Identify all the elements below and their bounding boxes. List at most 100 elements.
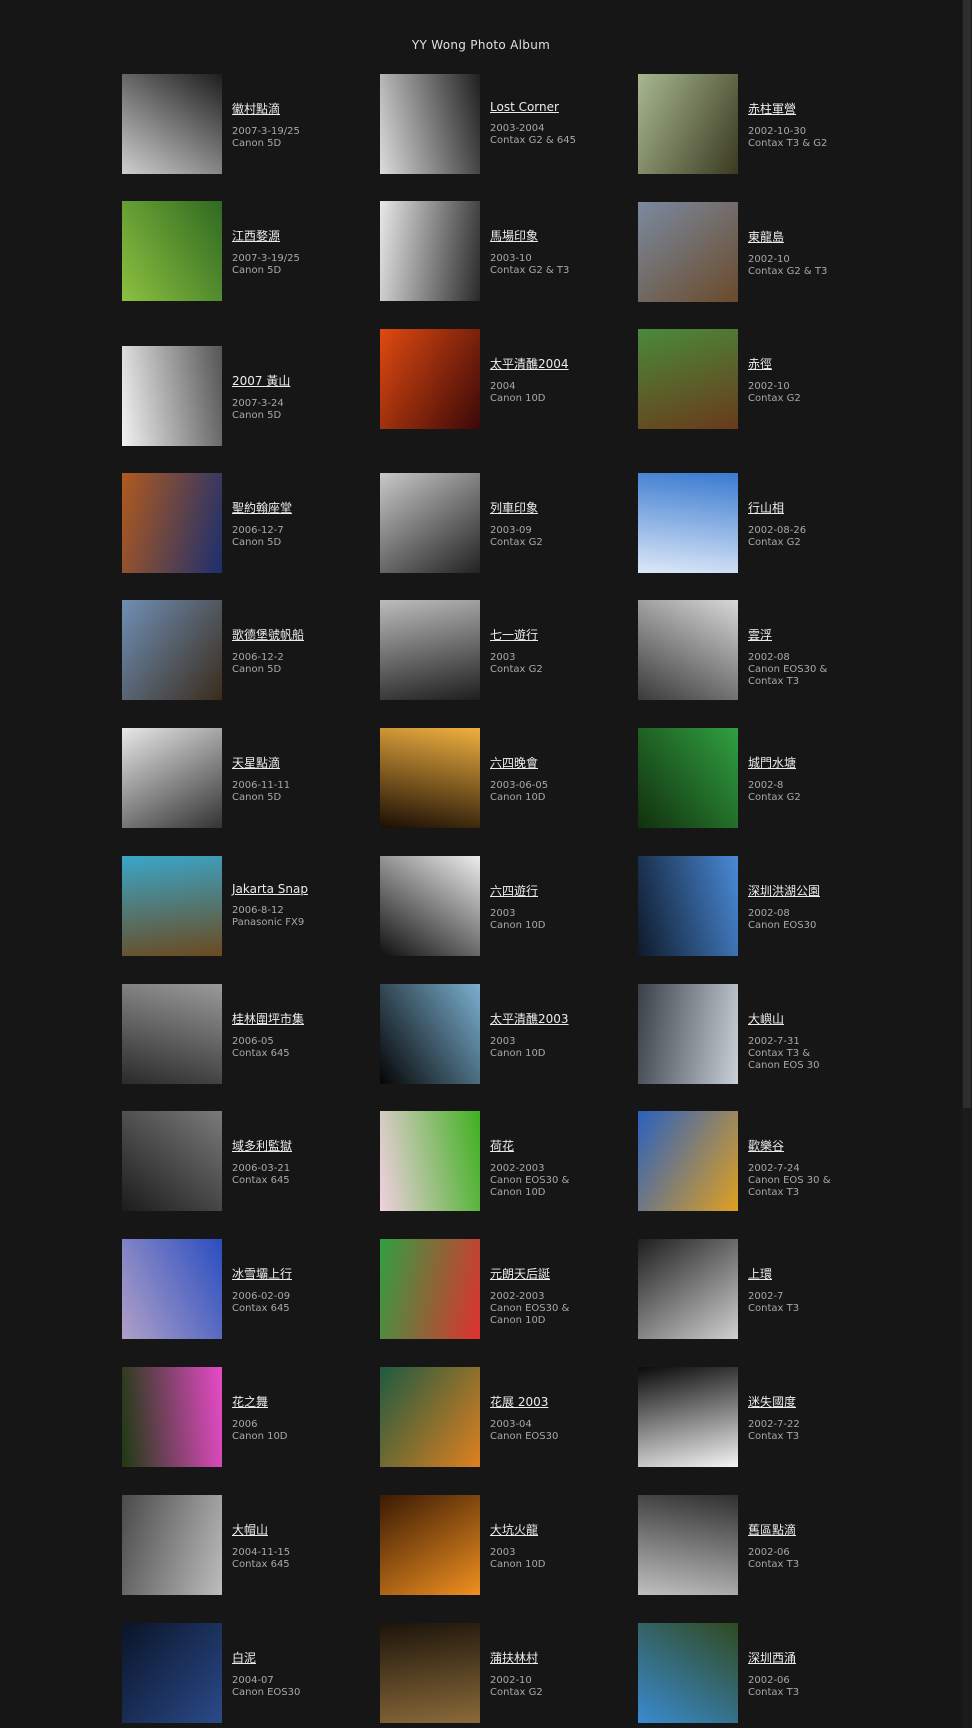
album-thumbnail[interactable] [638, 984, 738, 1084]
album-thumbnail[interactable] [638, 329, 738, 429]
album-thumbnail[interactable] [122, 74, 222, 174]
album-card: 上環 2002-7 Contax T3 [638, 1239, 878, 1339]
album-thumbnail[interactable] [380, 1239, 480, 1339]
album-camera: Contax 645 [232, 1175, 290, 1186]
album-thumbnail[interactable] [638, 1111, 738, 1211]
album-title-link[interactable]: 2007 黃山 [232, 372, 362, 389]
album-title-link[interactable]: 花之舞 [232, 1393, 362, 1410]
album-title-link[interactable]: 雲浮 [748, 626, 878, 643]
album-meta: 2002-08 Canon EOS30 [748, 908, 878, 932]
album-thumbnail[interactable] [380, 600, 480, 700]
album-info: Jakarta Snap 2006-8-12 Panasonic FX9 [232, 882, 362, 929]
album-title-link[interactable]: 六四遊行 [490, 882, 620, 899]
album-title-link[interactable]: 七一遊行 [490, 626, 620, 643]
album-card: Jakarta Snap 2006-8-12 Panasonic FX9 [122, 856, 362, 956]
album-title-link[interactable]: 赤徑 [748, 355, 878, 372]
album-title-link[interactable]: 天星點滴 [232, 754, 362, 771]
album-title-link[interactable]: 東龍島 [748, 228, 878, 245]
album-title-link[interactable]: 域多利監獄 [232, 1137, 362, 1154]
album-title-link[interactable]: 列車印象 [490, 499, 620, 516]
album-title-link[interactable]: 大嶼山 [748, 1010, 878, 1027]
album-title-link[interactable]: Lost Corner [490, 100, 620, 114]
album-date: 2006-12-2 [232, 652, 284, 663]
album-title-link[interactable]: 桂林圍坪市集 [232, 1010, 362, 1027]
album-thumbnail[interactable] [638, 1239, 738, 1339]
album-card: 雲浮 2002-08 Canon EOS30 & Contax T3 [638, 600, 878, 700]
album-title-link[interactable]: 歌德堡號帆船 [232, 626, 362, 643]
album-thumbnail[interactable] [638, 473, 738, 573]
album-thumbnail[interactable] [122, 984, 222, 1084]
album-thumbnail[interactable] [122, 1367, 222, 1467]
album-title-link[interactable]: 行山相 [748, 499, 878, 516]
album-thumbnail[interactable] [380, 473, 480, 573]
album-title-link[interactable]: 赤柱軍營 [748, 100, 878, 117]
album-title-link[interactable]: 聖約翰座堂 [232, 499, 362, 516]
album-date: 2002-08-26 [748, 525, 807, 536]
album-thumbnail[interactable] [380, 329, 480, 429]
album-title-link[interactable]: 元朗天后誕 [490, 1265, 620, 1282]
album-title-link[interactable]: 荷花 [490, 1137, 620, 1154]
album-title-link[interactable]: 太平清醮2003 [490, 1010, 620, 1027]
album-title-link[interactable]: 深圳洪湖公園 [748, 882, 878, 899]
album-thumbnail[interactable] [122, 1111, 222, 1211]
album-camera: Canon 5D [232, 265, 282, 276]
album-info: 荷花 2002-2003 Canon EOS30 & Canon 10D [490, 1137, 620, 1199]
album-thumbnail[interactable] [122, 346, 222, 446]
album-thumbnail[interactable] [380, 1111, 480, 1211]
album-title-link[interactable]: 六四晚會 [490, 754, 620, 771]
album-thumbnail[interactable] [122, 1239, 222, 1339]
vertical-scrollbar[interactable] [962, 0, 972, 1728]
album-title-link[interactable]: 城門水塘 [748, 754, 878, 771]
album-info: 聖約翰座堂 2006-12-7 Canon 5D [232, 499, 362, 549]
album-title-link[interactable]: 深圳西涌 [748, 1649, 878, 1666]
album-title-link[interactable]: 大坑火龍 [490, 1521, 620, 1538]
album-title-link[interactable]: 歡樂谷 [748, 1137, 878, 1154]
album-info: 冰雪壩上行 2006-02-09 Contax 645 [232, 1265, 362, 1315]
album-thumbnail[interactable] [638, 856, 738, 956]
album-thumbnail[interactable] [638, 1623, 738, 1723]
album-thumbnail[interactable] [122, 600, 222, 700]
album-title-link[interactable]: 白泥 [232, 1649, 362, 1666]
album-title-link[interactable]: Jakarta Snap [232, 882, 362, 896]
album-thumbnail[interactable] [380, 984, 480, 1084]
album-info: 舊區點滴 2002-06 Contax T3 [748, 1521, 878, 1571]
album-date: 2003 [490, 652, 516, 663]
album-thumbnail[interactable] [122, 201, 222, 301]
album-date: 2002-2003 [490, 1163, 545, 1174]
album-thumbnail[interactable] [380, 1367, 480, 1467]
album-thumbnail[interactable] [380, 1623, 480, 1723]
album-camera: Contax G2 [748, 792, 801, 803]
album-title-link[interactable]: 舊區點滴 [748, 1521, 878, 1538]
album-thumbnail[interactable] [638, 202, 738, 302]
album-title-link[interactable]: 徽村點滴 [232, 100, 362, 117]
album-thumbnail[interactable] [122, 856, 222, 956]
album-info: 大帽山 2004-11-15 Contax 645 [232, 1521, 362, 1571]
album-thumbnail[interactable] [122, 473, 222, 573]
album-title-link[interactable]: 迷失國度 [748, 1393, 878, 1410]
album-title-link[interactable]: 上環 [748, 1265, 878, 1282]
album-thumbnail[interactable] [122, 1495, 222, 1595]
album-title-link[interactable]: 蒲扶林村 [490, 1649, 620, 1666]
album-thumbnail[interactable] [380, 201, 480, 301]
album-title-link[interactable]: 馬場印象 [490, 227, 620, 244]
album-thumbnail[interactable] [122, 728, 222, 828]
album-thumbnail[interactable] [638, 728, 738, 828]
album-thumbnail[interactable] [380, 74, 480, 174]
album-thumbnail[interactable] [638, 600, 738, 700]
album-thumbnail[interactable] [122, 1623, 222, 1723]
album-meta: 2003-09 Contax G2 [490, 525, 620, 549]
album-thumbnail[interactable] [380, 856, 480, 956]
album-title-link[interactable]: 大帽山 [232, 1521, 362, 1538]
album-thumbnail[interactable] [380, 1495, 480, 1595]
album-thumbnail[interactable] [380, 728, 480, 828]
album-thumbnail[interactable] [638, 1367, 738, 1467]
album-thumbnail[interactable] [638, 1495, 738, 1595]
album-info: 江西婺源 2007-3-19/25 Canon 5D [232, 227, 362, 277]
album-title-link[interactable]: 江西婺源 [232, 227, 362, 244]
album-title-link[interactable]: 花展 2003 [490, 1393, 620, 1410]
album-card: 天星點滴 2006-11-11 Canon 5D [122, 728, 362, 828]
album-title-link[interactable]: 太平清醮2004 [490, 355, 620, 372]
album-thumbnail[interactable] [638, 74, 738, 174]
scrollbar-thumb[interactable] [963, 0, 971, 1108]
album-title-link[interactable]: 冰雪壩上行 [232, 1265, 362, 1282]
